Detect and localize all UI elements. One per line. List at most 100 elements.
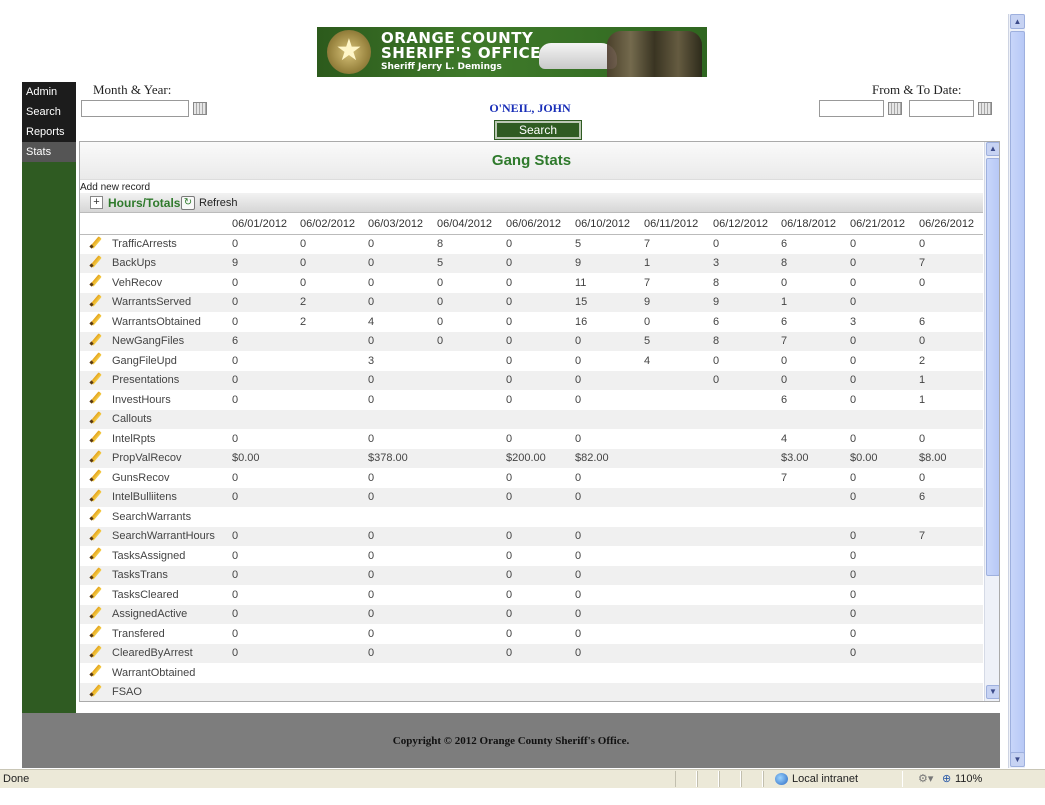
- to-date-input[interactable]: [909, 100, 974, 117]
- hours-totals-group[interactable]: Hours/Totals: [108, 196, 180, 210]
- stat-value-cell: 0: [573, 604, 642, 624]
- grid-scrollbar[interactable]: ▲ ▼: [984, 142, 999, 701]
- add-new-record-link[interactable]: Add new record: [80, 182, 150, 193]
- edit-pencil-icon[interactable]: [89, 295, 101, 307]
- window-scroll-thumb[interactable]: [1010, 31, 1025, 763]
- stat-value-cell: [366, 409, 435, 429]
- edit-pencil-icon[interactable]: [89, 373, 101, 385]
- edit-pencil-icon[interactable]: [89, 451, 101, 463]
- edit-pencil-icon[interactable]: [89, 237, 101, 249]
- stat-value-cell: [711, 565, 779, 585]
- table-row: BackUps 9 0 0 5 0 9 1 3 8 0 7: [80, 253, 983, 273]
- stat-value-cell: [642, 585, 711, 605]
- edit-pencil-icon[interactable]: [89, 548, 101, 560]
- table-row: Presentations 0 0 0 0 0 0 0 1: [80, 370, 983, 390]
- stat-value-cell: 6: [781, 315, 788, 328]
- stat-value-cell: 3: [850, 315, 857, 328]
- zoom-level[interactable]: 110%: [955, 773, 982, 785]
- edit-cell: [80, 292, 110, 312]
- zoom-icon[interactable]: ⊕: [942, 772, 951, 785]
- scroll-up-icon[interactable]: ▲: [986, 142, 999, 156]
- nav-item-reports[interactable]: Reports: [22, 122, 76, 142]
- month-year-input[interactable]: [81, 100, 189, 117]
- table-row: GunsRecov 0 0 0 0 7 0 0: [80, 468, 983, 488]
- stat-name-cell: SearchWarrantHours: [110, 526, 230, 546]
- to-date-calendar-icon[interactable]: [978, 102, 992, 115]
- edit-pencil-icon[interactable]: [89, 587, 101, 599]
- edit-pencil-icon[interactable]: [89, 626, 101, 638]
- stat-value-cell: 6: [781, 393, 788, 406]
- stat-value-cell: 0: [366, 487, 435, 507]
- stat-name-cell: GunsRecov: [112, 471, 170, 484]
- stat-value-cell: 1: [642, 253, 711, 273]
- stat-value-cell: [917, 643, 983, 663]
- protected-mode-icon[interactable]: ⚙▾: [918, 772, 933, 785]
- grid-scroll-thumb[interactable]: [986, 158, 999, 576]
- expand-plus-icon[interactable]: +: [90, 196, 103, 209]
- stat-value-cell: [573, 409, 642, 429]
- edit-pencil-icon[interactable]: [89, 490, 101, 502]
- table-row: TasksTrans 0 0 0 0 0: [80, 565, 983, 585]
- nav-item-admin[interactable]: Admin: [22, 82, 76, 102]
- date-column-header[interactable]: 06/04/2012: [435, 214, 504, 235]
- edit-pencil-icon[interactable]: [89, 529, 101, 541]
- stat-value-cell: [298, 487, 366, 507]
- date-column-header[interactable]: 06/10/2012: [573, 214, 642, 235]
- stat-name-cell: TasksCleared: [112, 588, 179, 601]
- edit-pencil-icon[interactable]: [89, 685, 101, 697]
- stat-value-cell: 0: [504, 526, 573, 546]
- refresh-button[interactable]: Refresh: [199, 197, 238, 209]
- status-segment: [741, 771, 763, 787]
- stat-value-cell: 0: [573, 643, 642, 663]
- edit-pencil-icon[interactable]: [89, 568, 101, 580]
- edit-cell: [80, 429, 110, 449]
- date-column-header[interactable]: 06/03/2012: [366, 214, 435, 235]
- edit-pencil-icon[interactable]: [89, 392, 101, 404]
- from-date-input[interactable]: [819, 100, 884, 117]
- edit-pencil-icon[interactable]: [89, 353, 101, 365]
- date-column-header[interactable]: 06/11/2012: [642, 214, 711, 235]
- from-date-calendar-icon[interactable]: [888, 102, 902, 115]
- stat-value-cell: 0: [437, 315, 444, 328]
- stat-value-cell: [711, 546, 779, 566]
- grid-body: 06/01/2012 06/02/2012 06/03/2012 06/04/2012…: [80, 214, 983, 701]
- stat-value-cell: 0: [232, 471, 239, 484]
- edit-pencil-icon[interactable]: [89, 470, 101, 482]
- nav-item-stats[interactable]: Stats: [22, 142, 76, 162]
- stat-value-cell: [642, 448, 711, 468]
- edit-pencil-icon[interactable]: [89, 334, 101, 346]
- scroll-down-icon[interactable]: ▼: [986, 685, 999, 699]
- edit-pencil-icon[interactable]: [89, 314, 101, 326]
- stat-name-cell: BackUps: [110, 253, 230, 273]
- date-column-header[interactable]: 06/02/2012: [298, 214, 366, 235]
- stat-value-cell: 4: [644, 354, 651, 367]
- window-scrollbar[interactable]: ▲ ▼: [1008, 14, 1025, 768]
- date-column-header[interactable]: 06/01/2012: [230, 214, 298, 235]
- date-column-header[interactable]: 06/06/2012: [504, 214, 573, 235]
- stat-value-cell: [917, 604, 983, 624]
- stat-value-cell: [642, 682, 711, 701]
- left-nav: Admin Search Reports Stats: [22, 82, 76, 713]
- refresh-icon[interactable]: ↻: [181, 196, 195, 210]
- edit-pencil-icon[interactable]: [89, 256, 101, 268]
- edit-pencil-icon[interactable]: [89, 646, 101, 658]
- date-column-header[interactable]: 06/12/2012: [711, 214, 779, 235]
- edit-pencil-icon[interactable]: [89, 509, 101, 521]
- date-column-header[interactable]: 06/21/2012: [848, 214, 917, 235]
- stat-value-cell: [711, 643, 779, 663]
- window-scroll-up-icon[interactable]: ▲: [1010, 14, 1025, 29]
- date-column-header[interactable]: 06/18/2012: [779, 214, 848, 235]
- nav-item-search[interactable]: Search: [22, 102, 76, 122]
- edit-pencil-icon[interactable]: [89, 412, 101, 424]
- edit-pencil-icon[interactable]: [89, 275, 101, 287]
- search-button[interactable]: Search: [494, 120, 582, 140]
- edit-pencil-icon[interactable]: [89, 665, 101, 677]
- stat-value-cell: 0: [506, 238, 513, 250]
- edit-pencil-icon[interactable]: [89, 607, 101, 619]
- stat-value-cell: 2: [298, 292, 366, 312]
- month-year-calendar-icon[interactable]: [193, 102, 207, 115]
- window-scroll-down-icon[interactable]: ▼: [1010, 752, 1025, 767]
- date-column-header[interactable]: 06/26/2012: [917, 214, 983, 235]
- stat-value-cell: 0: [435, 331, 504, 351]
- edit-pencil-icon[interactable]: [89, 431, 101, 443]
